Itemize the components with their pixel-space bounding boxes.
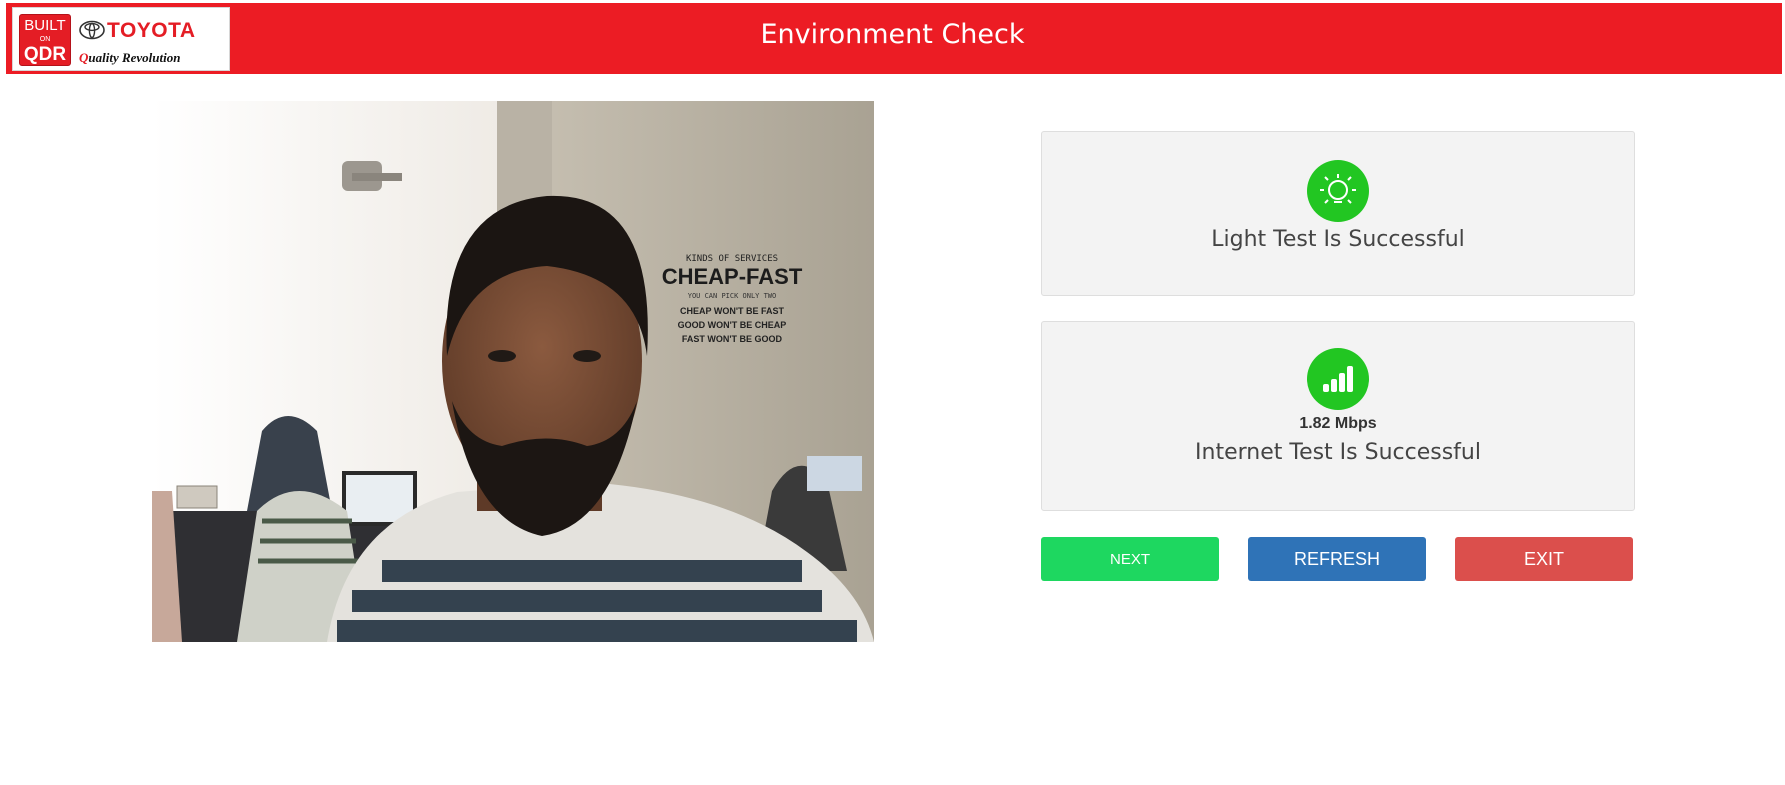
poster-line-2: CHEAP-FAST <box>662 264 803 289</box>
internet-speed: 1.82 Mbps <box>1299 415 1377 432</box>
refresh-button[interactable]: REFRESH <box>1248 537 1426 581</box>
next-button[interactable]: NEXT <box>1041 537 1219 581</box>
tagline-initial: Q <box>79 50 89 65</box>
webcam-preview: KINDS OF SERVICES CHEAP-FAST YOU CAN PIC… <box>152 101 874 642</box>
page-title: Environment Check <box>760 19 1025 50</box>
light-test-card: Light Test Is Successful <box>1041 131 1635 296</box>
poster-line-4: CHEAP WON'T BE FAST <box>680 306 784 316</box>
light-bulb-icon <box>1307 160 1369 222</box>
poster-line-5: GOOD WON'T BE CHEAP <box>678 320 787 330</box>
tagline-rest: uality Revolution <box>88 50 181 65</box>
signal-bars-icon <box>1307 348 1369 410</box>
poster-line-1: KINDS OF SERVICES <box>686 254 778 264</box>
internet-test-status: Internet Test Is Successful <box>1195 440 1481 465</box>
poster-line-6: FAST WON'T BE GOOD <box>682 334 783 344</box>
brand-tagline: Quality Revolution <box>79 50 180 66</box>
light-test-status: Light Test Is Successful <box>1211 227 1465 252</box>
poster-line-3: YOU CAN PICK ONLY TWO <box>688 292 777 300</box>
internet-test-card: 1.82 Mbps Internet Test Is Successful <box>1041 321 1635 511</box>
exit-button[interactable]: EXIT <box>1455 537 1633 581</box>
